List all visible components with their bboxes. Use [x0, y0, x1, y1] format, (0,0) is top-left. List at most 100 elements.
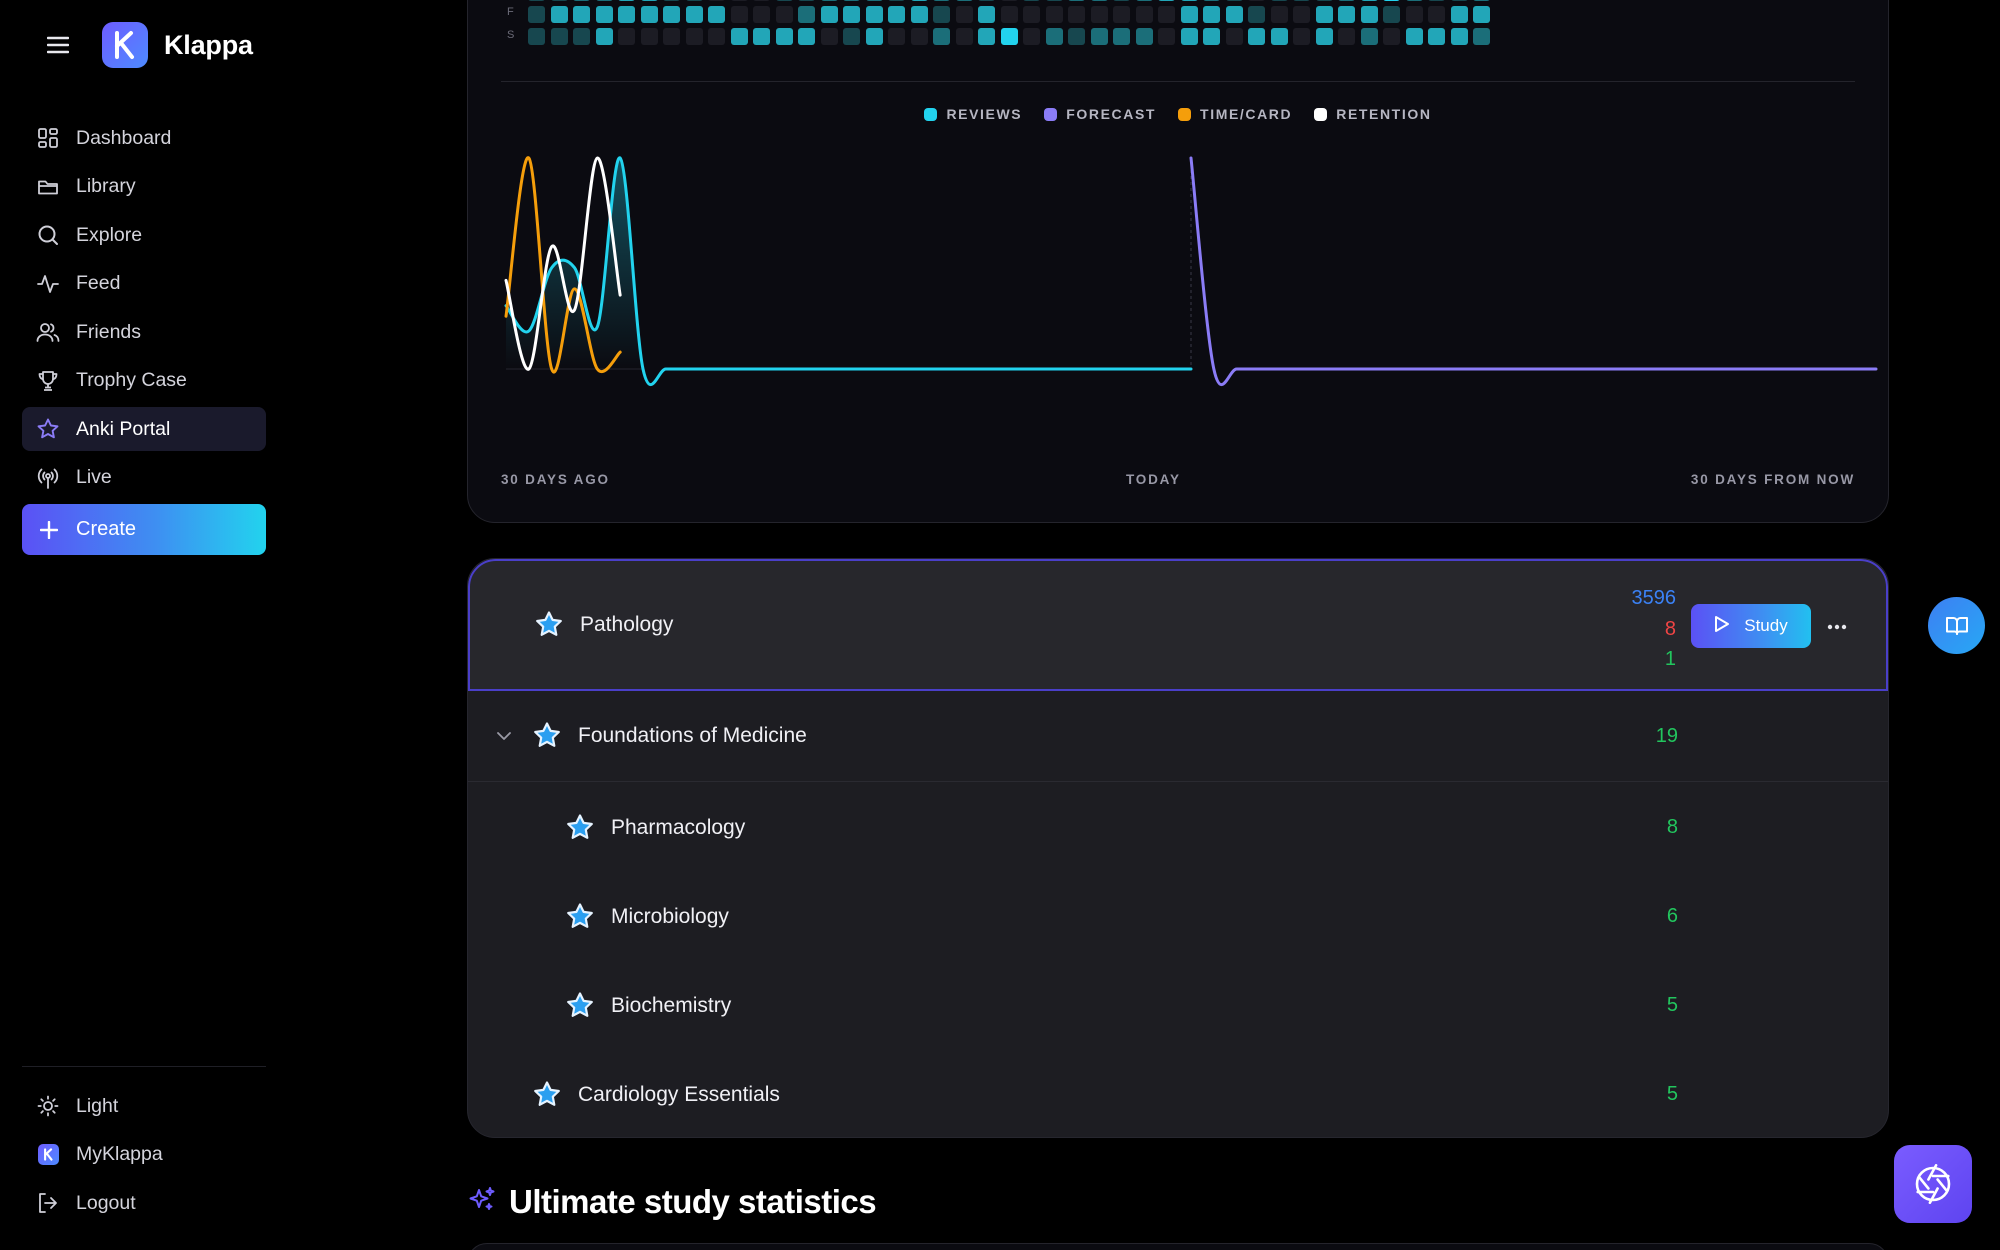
- heatmap-cell[interactable]: [1248, 0, 1265, 1]
- heatmap-cell[interactable]: [955, 28, 973, 45]
- heatmap-cell[interactable]: [798, 6, 815, 23]
- heatmap-cell[interactable]: [820, 6, 838, 23]
- deck-row-pharmacology[interactable]: Pharmacology 8: [468, 783, 1888, 872]
- heatmap-cell[interactable]: [1383, 0, 1400, 1]
- deck-row-pathology[interactable]: Pathology 3596 8 1 Study: [468, 559, 1888, 691]
- heatmap-cell[interactable]: [685, 6, 703, 23]
- heatmap-cell[interactable]: [1450, 6, 1468, 23]
- heatmap-cell[interactable]: [1045, 28, 1063, 45]
- heatmap-cell[interactable]: [618, 6, 635, 23]
- heatmap-cell[interactable]: [933, 28, 950, 45]
- heatmap-cell[interactable]: [1405, 6, 1423, 23]
- heatmap-cell[interactable]: [708, 6, 725, 23]
- heatmap-cell[interactable]: [1270, 6, 1288, 23]
- heatmap-cell[interactable]: [573, 28, 590, 45]
- heatmap-cell[interactable]: [1293, 28, 1310, 45]
- heatmap-cell[interactable]: [1158, 28, 1175, 45]
- heatmap-cell[interactable]: [1225, 6, 1243, 23]
- heatmap-cell[interactable]: [1315, 28, 1333, 45]
- heatmap-cell[interactable]: [865, 6, 883, 23]
- heatmap-cell[interactable]: [1360, 6, 1378, 23]
- heatmap-cell[interactable]: [573, 6, 590, 23]
- heatmap-cell[interactable]: [1023, 28, 1040, 45]
- heatmap-cell[interactable]: [1090, 0, 1108, 1]
- sidebar-item-library[interactable]: Library: [22, 165, 266, 209]
- heatmap-cell[interactable]: [663, 28, 680, 45]
- heatmap-cell[interactable]: [1225, 0, 1243, 1]
- heatmap-cell[interactable]: [663, 6, 680, 23]
- heatmap-cell[interactable]: [1000, 28, 1018, 45]
- hamburger-menu-icon[interactable]: [40, 27, 76, 63]
- heatmap-cell[interactable]: [1248, 6, 1265, 23]
- heatmap-cell[interactable]: [1405, 0, 1423, 1]
- heatmap-cell[interactable]: [663, 0, 680, 1]
- heatmap-cell[interactable]: [595, 6, 613, 23]
- heatmap-cell[interactable]: [1135, 6, 1153, 23]
- heatmap-cell[interactable]: [1113, 6, 1130, 23]
- klappa-logo[interactable]: [102, 22, 148, 68]
- study-button[interactable]: Study: [1691, 604, 1811, 648]
- heatmap-cell[interactable]: [888, 6, 905, 23]
- heatmap-cell[interactable]: [1428, 6, 1445, 23]
- deck-row-microbiology[interactable]: Microbiology 6: [468, 872, 1888, 961]
- heatmap-cell[interactable]: [1360, 0, 1378, 1]
- deck-row-cardiology-essentials[interactable]: Cardiology Essentials 5: [468, 1050, 1888, 1137]
- legend-item-retention[interactable]: RETENTION: [1314, 106, 1431, 122]
- heatmap-cell[interactable]: [1135, 0, 1153, 1]
- heatmap-cell[interactable]: [1113, 0, 1130, 1]
- heatmap-cell[interactable]: [528, 0, 545, 1]
- heatmap-cell[interactable]: [1383, 28, 1400, 45]
- heatmap-cell[interactable]: [1023, 6, 1040, 23]
- heatmap-cell[interactable]: [1158, 6, 1175, 23]
- sidebar-item-light-theme[interactable]: Light: [22, 1084, 266, 1128]
- heatmap-cell[interactable]: [640, 0, 658, 1]
- heatmap-cell[interactable]: [775, 0, 793, 1]
- sidebar-item-live[interactable]: Live: [22, 456, 266, 500]
- heatmap-cell[interactable]: [1450, 0, 1468, 1]
- deck-row-foundations-of-medicine[interactable]: Foundations of Medicine 19: [468, 691, 1888, 781]
- heatmap-cell[interactable]: [910, 6, 928, 23]
- heatmap-cell[interactable]: [1338, 28, 1355, 45]
- heatmap-cell[interactable]: [753, 28, 770, 45]
- heatmap-cell[interactable]: [1000, 0, 1018, 1]
- heatmap-cell[interactable]: [843, 0, 860, 1]
- heatmap-cell[interactable]: [1000, 6, 1018, 23]
- heatmap-cell[interactable]: [685, 0, 703, 1]
- heatmap-cell[interactable]: [1068, 0, 1085, 1]
- heatmap-cell[interactable]: [865, 0, 883, 1]
- heatmap-cell[interactable]: [528, 28, 545, 45]
- heatmap-cell[interactable]: [1180, 6, 1198, 23]
- book-open-icon[interactable]: [1928, 597, 1985, 654]
- heatmap-cell[interactable]: [1338, 0, 1355, 1]
- heatmap-cell[interactable]: [1248, 28, 1265, 45]
- heatmap-cell[interactable]: [708, 28, 725, 45]
- heatmap-cell[interactable]: [618, 0, 635, 1]
- sidebar-item-logout[interactable]: Logout: [22, 1181, 266, 1225]
- heatmap-cell[interactable]: [933, 0, 950, 1]
- legend-item-forecast[interactable]: FORECAST: [1044, 106, 1156, 122]
- chevron-down-icon[interactable]: [494, 726, 514, 746]
- heatmap-cell[interactable]: [1068, 6, 1085, 23]
- heatmap-cell[interactable]: [978, 0, 995, 1]
- sidebar-item-anki-portal[interactable]: Anki Portal: [22, 407, 266, 451]
- more-options-icon[interactable]: [1825, 617, 1849, 637]
- heatmap-cell[interactable]: [1315, 0, 1333, 1]
- heatmap-cell[interactable]: [1203, 6, 1220, 23]
- heatmap-cell[interactable]: [528, 6, 545, 23]
- heatmap-cell[interactable]: [1023, 0, 1040, 1]
- heatmap-cell[interactable]: [1428, 0, 1445, 1]
- heatmap-cell[interactable]: [1045, 0, 1063, 1]
- heatmap-cell[interactable]: [730, 0, 748, 1]
- heatmap-cell[interactable]: [1270, 0, 1288, 1]
- heatmap-cell[interactable]: [1068, 28, 1085, 45]
- heatmap-cell[interactable]: [820, 28, 838, 45]
- heatmap-cell[interactable]: [955, 0, 973, 1]
- heatmap-cell[interactable]: [708, 0, 725, 1]
- heatmap-cell[interactable]: [1135, 28, 1153, 45]
- aperture-icon[interactable]: [1894, 1145, 1972, 1223]
- heatmap-cell[interactable]: [820, 0, 838, 1]
- heatmap-cell[interactable]: [775, 6, 793, 23]
- heatmap-cell[interactable]: [573, 0, 590, 1]
- heatmap-cell[interactable]: [1405, 28, 1423, 45]
- heatmap-cell[interactable]: [595, 0, 613, 1]
